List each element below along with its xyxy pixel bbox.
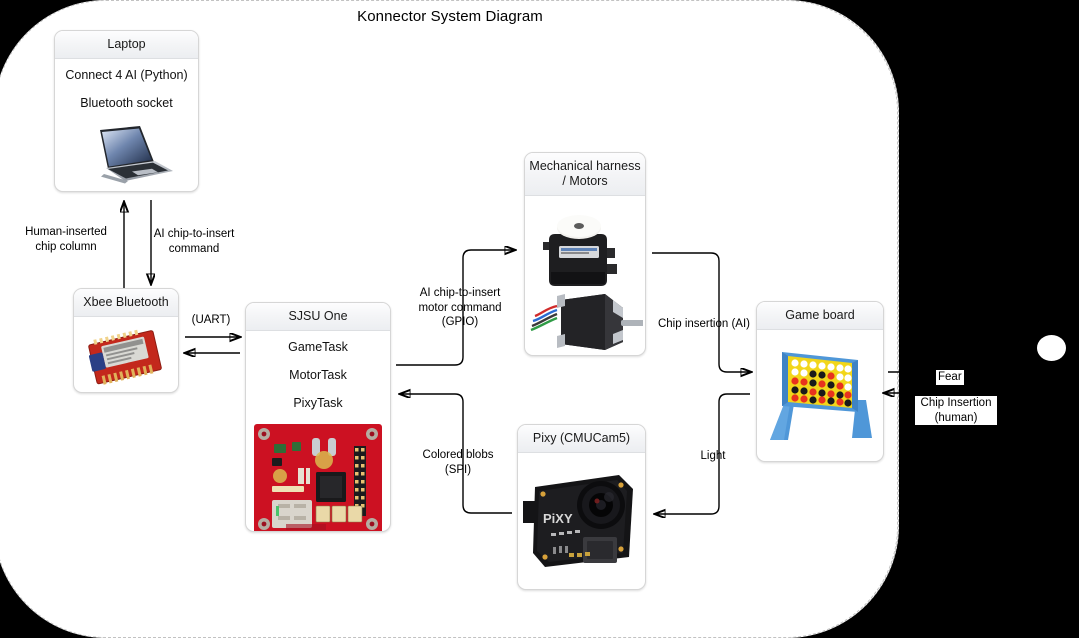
- edge-label-chip-insertion-human: Chip Insertion (human): [915, 396, 997, 425]
- edge-label-chip-insertion-ai: Chip insertion (AI): [657, 318, 751, 330]
- diagram-canvas: Konnector System Diagram Laptop Connect …: [0, 0, 1079, 638]
- wire-chip-insertion-ai: [652, 252, 751, 372]
- edge-label-human-chip-column: Human-inserted chip column: [25, 226, 107, 253]
- edge-label-ai-chip-command: AI chip-to-insert command: [153, 228, 235, 255]
- edge-label-motor-command: AI chip-to-insert motor command (GPIO): [418, 287, 502, 328]
- edge-label-uart: (UART): [191, 314, 231, 326]
- edge-label-colored-blobs: Colored blobs (SPI): [422, 449, 494, 476]
- edge-label-fear: Fear: [936, 370, 964, 385]
- connector-wires: [0, 200, 925, 638]
- edge-label-light: Light: [700, 450, 726, 462]
